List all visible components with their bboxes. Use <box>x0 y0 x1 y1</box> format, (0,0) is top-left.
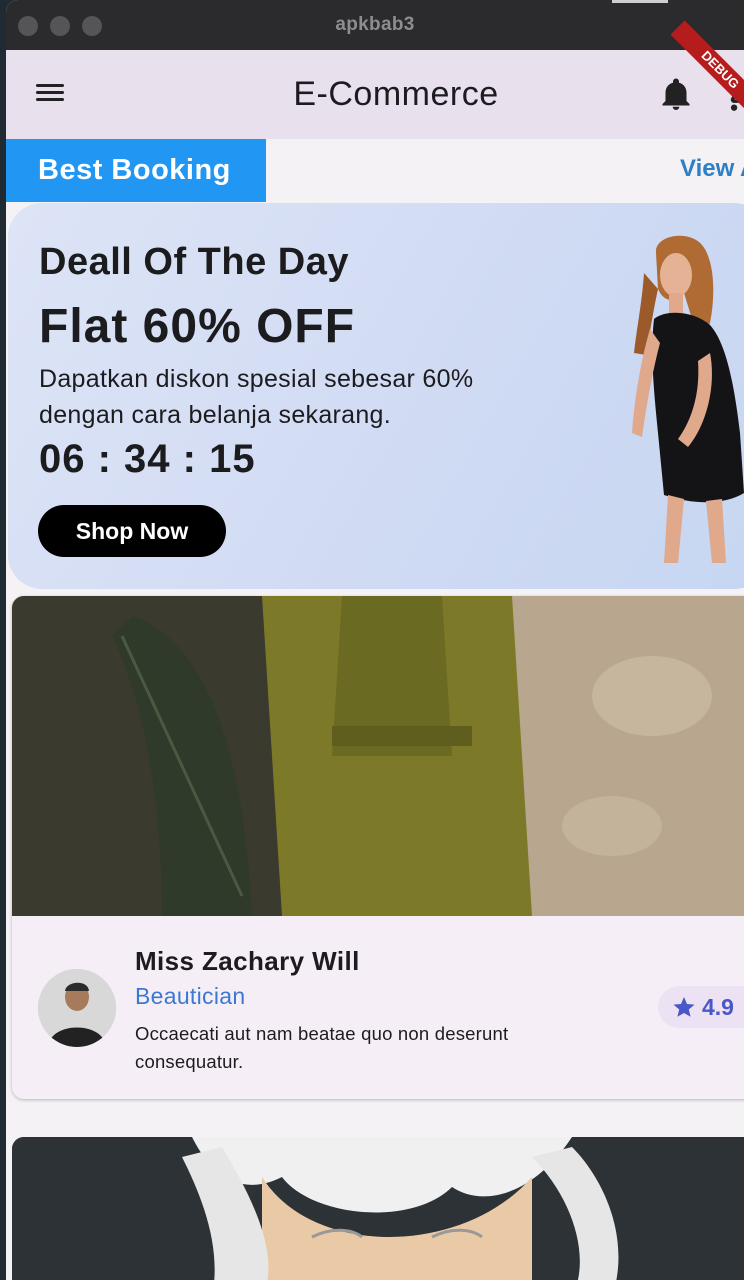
booking-card[interactable]: Miss Zachary Will Beautician Occaecati a… <box>12 596 744 1099</box>
rating-badge: 4.9 <box>658 986 744 1028</box>
card-name: Miss Zachary Will <box>135 946 360 976</box>
deal-countdown: 06 : 34 : 15 <box>39 437 256 481</box>
card-description: Occaecati aut nam beatae quo non deserun… <box>135 1023 509 1072</box>
app-window: apkbab3 E-Commerce DEBUG Best Booking Vi… <box>6 0 744 1280</box>
deal-banner: Deall Of The Day Flat 60% OFF Dapatkan d… <box>8 203 744 589</box>
booking-card-2[interactable] <box>12 1137 744 1280</box>
avatar <box>38 969 116 1047</box>
star-icon <box>673 997 695 1017</box>
window-titlebar: apkbab3 <box>6 0 744 50</box>
card-role: Beautician <box>135 983 246 1009</box>
shop-now-button[interactable]: Shop Now <box>38 505 226 557</box>
deal-discount: Flat 60% OFF <box>39 300 356 353</box>
deal-title: Deall Of The Day <box>39 241 349 283</box>
minimize-window-button[interactable] <box>50 16 70 36</box>
app-title: E-Commerce <box>293 75 499 113</box>
deal-description: Dapatkan diskon spesial sebesar 60% deng… <box>39 365 474 429</box>
titlebar-indicator <box>612 0 668 3</box>
window-title: apkbab3 <box>335 14 415 35</box>
card-image <box>12 596 744 916</box>
bell-icon[interactable] <box>658 76 694 114</box>
section-title: Best Booking <box>6 139 266 202</box>
card-image-2 <box>12 1137 744 1280</box>
view-all-link[interactable]: View All <box>680 139 744 199</box>
app-bar: E-Commerce DEBUG <box>6 20 744 139</box>
close-window-button[interactable] <box>18 16 38 36</box>
model-image <box>632 235 744 563</box>
section-header: Best Booking View All <box>6 139 744 202</box>
maximize-window-button[interactable] <box>82 16 102 36</box>
rating-value: 4.9 <box>702 993 734 1020</box>
